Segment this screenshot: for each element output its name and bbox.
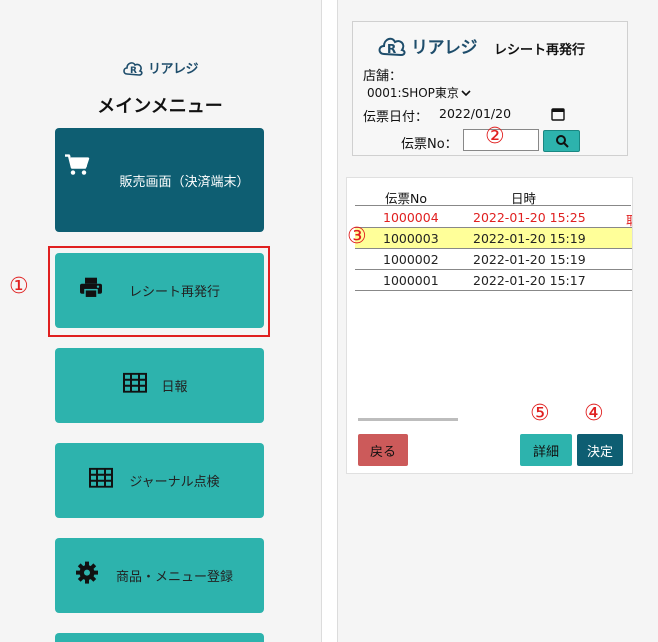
main-menu-panel: R リアレジ メインメニュー 販売画面（決済端末） レシート再発行 日報 ジャー… — [0, 0, 322, 642]
calendar-icon[interactable] — [551, 106, 565, 125]
logo-icon: R — [378, 37, 406, 56]
row-datetime: 2022-01-20 15:17 — [473, 273, 586, 288]
app-logo: R リアレジ — [0, 58, 320, 77]
row-slip-no: 1000001 — [383, 273, 439, 288]
table-icon — [89, 467, 113, 491]
list-header: 伝票No 日時 — [355, 186, 631, 206]
receipt-list: 伝票No 日時 1000004 2022-01-20 15:25 取 10000… — [346, 177, 633, 474]
chevron-down-icon — [461, 89, 471, 96]
sales-screen-button[interactable]: 販売画面（決済端末） — [55, 128, 264, 232]
table-row[interactable]: 1000001 2022-01-20 15:17 — [355, 270, 632, 291]
row-datetime: 2022-01-20 15:25 — [473, 210, 586, 225]
row-slip-no: 1000002 — [383, 252, 439, 267]
svg-text:R: R — [130, 66, 137, 76]
step-marker-5: ⑤ — [530, 401, 550, 426]
receipt-reissue-panel: R リアレジ レシート再発行 店舗： 0001:SHOP東京 伝票日付： 202… — [337, 0, 658, 642]
next-menu-button[interactable] — [55, 633, 264, 642]
store-label: 店舗： — [363, 69, 403, 84]
page-title: レシート再発行 — [494, 43, 586, 58]
date-label: 伝票日付： — [363, 110, 429, 125]
table-row[interactable]: 1000002 2022-01-20 15:19 — [355, 249, 632, 270]
logo-text: リアレジ — [147, 62, 199, 77]
detail-button[interactable]: 詳細 — [520, 434, 572, 466]
slip-no-label: 伝票No： — [401, 137, 458, 152]
table-row-selected[interactable]: 1000003 2022-01-20 15:19 — [355, 228, 632, 249]
row-extra: 取 — [626, 210, 632, 229]
row-datetime: 2022-01-20 15:19 — [473, 231, 586, 246]
journal-check-button[interactable]: ジャーナル点検 — [55, 443, 264, 518]
product-register-button[interactable]: 商品・メニュー登録 — [55, 538, 264, 613]
column-header-datetime: 日時 — [511, 191, 537, 206]
journal-check-label: ジャーナル点検 — [129, 475, 220, 490]
back-button[interactable]: 戻る — [358, 434, 408, 466]
menu-title: メインメニュー — [97, 96, 223, 117]
horizontal-scrollbar[interactable] — [358, 418, 458, 421]
highlight-box — [48, 246, 270, 337]
step-marker-3: ③ — [347, 224, 367, 249]
step-marker-4: ④ — [584, 401, 604, 426]
ok-button[interactable]: 決定 — [577, 434, 623, 466]
cart-icon — [63, 152, 91, 180]
row-slip-no: 1000004 — [383, 210, 439, 225]
app-logo: R リアレジ — [377, 33, 478, 58]
search-icon — [555, 135, 569, 148]
store-value: 0001:SHOP東京 — [367, 86, 459, 100]
svg-text:R: R — [387, 42, 396, 56]
daily-report-label: 日報 — [161, 380, 188, 395]
step-marker-1: ① — [9, 274, 29, 299]
sales-screen-label: 販売画面（決済端末） — [119, 174, 250, 190]
step-marker-2: ② — [485, 124, 505, 149]
store-select[interactable]: 0001:SHOP東京 — [367, 84, 471, 101]
search-button[interactable] — [543, 130, 580, 152]
logo-icon: R — [123, 61, 143, 76]
table-icon — [123, 372, 147, 396]
date-input[interactable]: 2022/01/20 — [439, 106, 511, 121]
logo-text: リアレジ — [411, 38, 478, 58]
table-row[interactable]: 1000004 2022-01-20 15:25 取 — [355, 207, 632, 229]
product-register-label: 商品・メニュー登録 — [115, 570, 233, 585]
row-datetime: 2022-01-20 15:19 — [473, 252, 586, 267]
row-slip-no: 1000003 — [383, 231, 439, 246]
column-header-slip-no: 伝票No — [385, 191, 427, 206]
gear-icon — [75, 560, 99, 588]
daily-report-button[interactable]: 日報 — [55, 348, 264, 423]
